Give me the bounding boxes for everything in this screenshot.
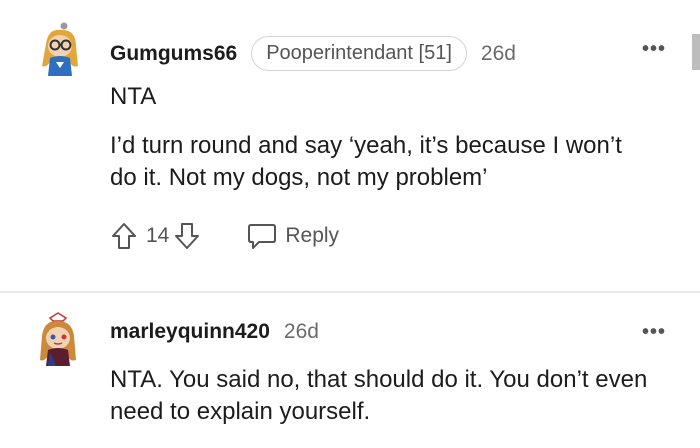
comment-header: Gumgums66 Pooperintendant [51] 26d xyxy=(110,36,516,71)
comment-actions: 14 Reply xyxy=(110,220,339,252)
comment-text: I’d turn round and say ‘yeah, it’s becau… xyxy=(110,132,622,191)
avatar[interactable] xyxy=(36,312,80,368)
comment: marleyquinn420 26d ••• NTA. You said no,… xyxy=(0,292,700,448)
comment: Gumgums66 Pooperintendant [51] 26d ••• N… xyxy=(0,0,700,292)
comment-header: marleyquinn420 26d xyxy=(110,320,319,344)
username[interactable]: Gumgums66 xyxy=(110,42,237,66)
avatar[interactable] xyxy=(38,22,82,78)
more-options-icon[interactable]: ••• xyxy=(642,321,666,344)
scrollbar-thumb[interactable] xyxy=(692,34,700,70)
speech-bubble-icon xyxy=(247,222,277,250)
comment-text: NTA xyxy=(110,83,157,110)
reply-button[interactable]: Reply xyxy=(247,222,339,250)
vote-count: 14 xyxy=(146,224,170,247)
upvote-arrow-icon[interactable] xyxy=(110,220,138,252)
downvote-arrow-icon[interactable] xyxy=(173,220,201,252)
user-flair: Pooperintendant [51] xyxy=(251,36,467,71)
reply-label: Reply xyxy=(285,224,340,247)
comment-text: NTA. You said no, that should do it. You… xyxy=(110,366,648,425)
timestamp: 26d xyxy=(283,320,319,343)
more-options-icon[interactable]: ••• xyxy=(642,38,666,61)
timestamp: 26d xyxy=(480,41,516,65)
username[interactable]: marleyquinn420 xyxy=(110,320,270,344)
